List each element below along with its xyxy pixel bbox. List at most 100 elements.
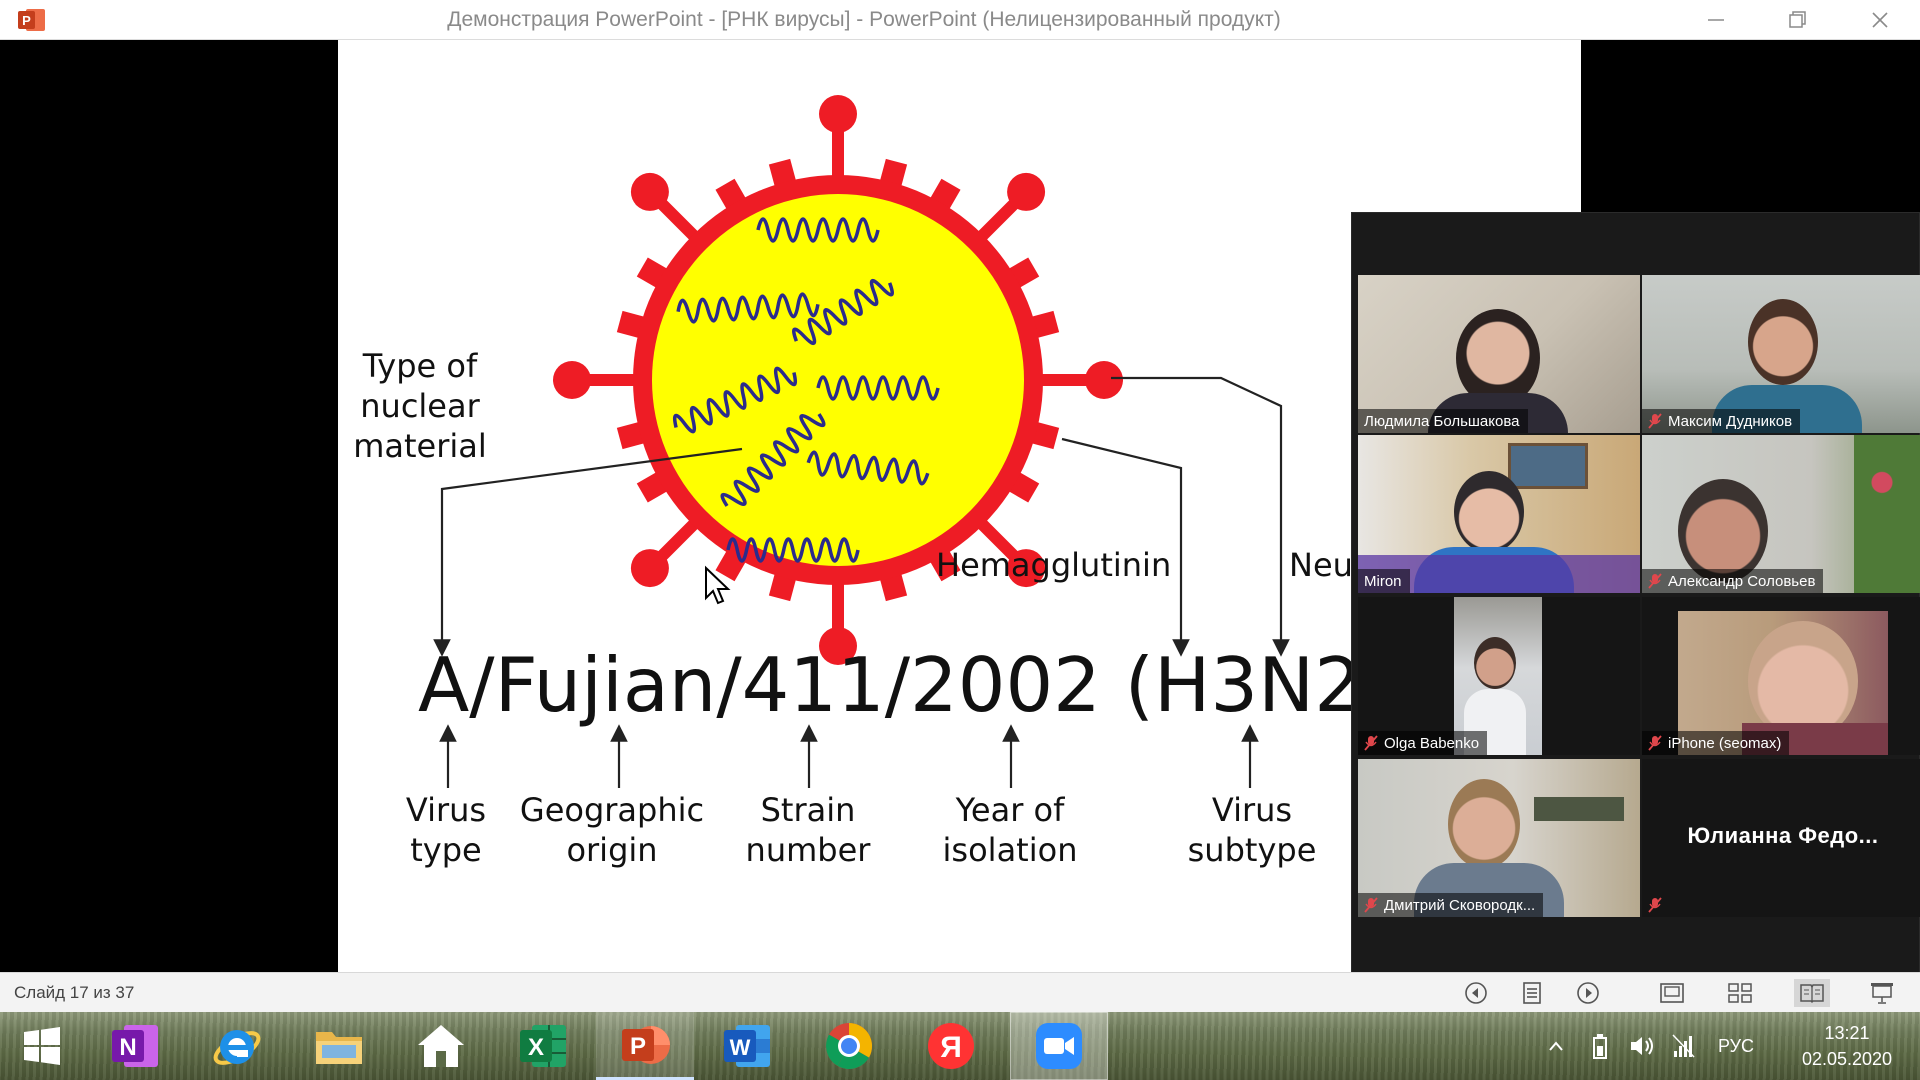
powerpoint-icon: P: [622, 1025, 670, 1064]
yandex-browser-icon: Я: [928, 1023, 974, 1069]
component-4-line1: Year of: [955, 791, 1066, 829]
power-tray-button[interactable]: [1582, 1012, 1618, 1080]
spike-knob: [630, 549, 669, 588]
battery-plug-icon: [1593, 1034, 1607, 1059]
windows-taskbar: N X P W Я РУС 13:21 02.05.2020: [0, 1012, 1920, 1080]
participant-name-large: Юлианна Федо...: [1687, 823, 1879, 848]
mic-muted-icon: [1648, 573, 1662, 589]
component-5-line2: subtype: [1188, 831, 1317, 869]
participant-name: Olga Babenko: [1384, 734, 1480, 752]
participant-tile[interactable]: Юлианна Федо...: [1642, 759, 1920, 917]
taskbar-onenote[interactable]: N: [86, 1012, 184, 1080]
spike-knob: [553, 361, 591, 399]
participant-tile[interactable]: Александр Соловьев: [1642, 435, 1920, 593]
slideshow-icon: [1871, 983, 1893, 1004]
zoom-gallery-panel[interactable]: Людмила Большакова Максим Дудников Miron…: [1351, 212, 1920, 982]
mic-muted-icon: [1364, 897, 1378, 913]
menu-icon: [1523, 982, 1541, 1004]
taskbar-excel[interactable]: X: [494, 1012, 592, 1080]
participant-name: Дмитрий Сковородк...: [1384, 896, 1536, 914]
slideshow-stage: Type of nuclear material Hemagglutinin N…: [0, 40, 1920, 982]
participant-tile[interactable]: Людмила Большакова: [1358, 275, 1640, 433]
excel-letter: X: [528, 1034, 544, 1061]
participant-name: Александр Соловьев: [1668, 572, 1816, 590]
participant-name: Максим Дудников: [1668, 412, 1793, 430]
participant-name: Miron: [1364, 572, 1402, 590]
restore-button[interactable]: [1758, 0, 1838, 40]
taskbar-zoom[interactable]: [1010, 1012, 1108, 1080]
taskbar-internet-explorer[interactable]: [188, 1012, 286, 1080]
normal-view-button[interactable]: [1654, 979, 1690, 1007]
label-hemagglutinin: Hemagglutinin: [936, 546, 1171, 584]
taskbar-chrome[interactable]: [800, 1012, 898, 1080]
taskbar-clock[interactable]: 13:21 02.05.2020: [1792, 1020, 1902, 1072]
reading-view-icon: [1800, 984, 1824, 1004]
word-icon: W: [724, 1025, 770, 1067]
yandex-letter: Я: [940, 1031, 962, 1064]
next-slide-button[interactable]: [1570, 979, 1606, 1007]
participant-name-chip: Людмила Большакова: [1358, 409, 1528, 433]
previous-slide-button[interactable]: [1458, 979, 1494, 1007]
taskbar-word[interactable]: W: [698, 1012, 796, 1080]
status-bar: Слайд 17 из 37: [0, 972, 1920, 1012]
spike-knob: [1085, 361, 1123, 399]
show-hidden-icons-button[interactable]: [1538, 1012, 1574, 1080]
label-nuclear-line1: Type of: [362, 347, 478, 385]
component-1-line2: type: [410, 831, 481, 869]
participant-tile[interactable]: Максим Дудников: [1642, 275, 1920, 433]
mic-muted-icon: [1364, 735, 1378, 751]
minimize-button[interactable]: [1676, 0, 1756, 40]
restore-icon: [1789, 11, 1806, 28]
previous-icon: [1465, 982, 1487, 1004]
participant-name-chip: iPhone (seomax): [1642, 731, 1790, 755]
component-3-line2: number: [746, 831, 872, 869]
volume-tray-button[interactable]: [1624, 1012, 1660, 1080]
participant-name-chip: Максим Дудников: [1642, 409, 1801, 433]
input-language-indicator[interactable]: РУС: [1718, 1012, 1754, 1080]
close-button[interactable]: [1840, 0, 1920, 40]
taskbar-powerpoint[interactable]: P: [596, 1012, 694, 1080]
participant-name-chip: Olga Babenko: [1358, 731, 1488, 755]
slide-sorter-button[interactable]: [1722, 979, 1758, 1007]
windows-logo-icon: [24, 1027, 60, 1065]
minimize-icon: [1708, 19, 1724, 21]
next-icon: [1577, 982, 1599, 1004]
powerpoint-letter: P: [630, 1033, 646, 1060]
chevron-up-icon: [1549, 1041, 1563, 1051]
mic-muted-icon: [1648, 413, 1662, 429]
participant-name-chip: Miron: [1358, 569, 1410, 593]
participant-tile[interactable]: Olga Babenko: [1358, 597, 1640, 755]
chrome-icon: [825, 1023, 873, 1070]
participant-tile[interactable]: iPhone (seomax): [1642, 597, 1920, 755]
slideshow-button[interactable]: [1864, 979, 1900, 1007]
network-tray-button[interactable]: [1666, 1012, 1702, 1080]
folder-icon: [316, 1032, 362, 1064]
component-5-line1: Virus: [1212, 791, 1292, 829]
taskbar-home[interactable]: [392, 1012, 490, 1080]
spike-knob: [630, 172, 669, 211]
onenote-icon: N: [112, 1025, 158, 1067]
slide-menu-button[interactable]: [1514, 979, 1550, 1007]
slide-counter: Слайд 17 из 37: [14, 983, 135, 1002]
clock-time: 13:21: [1824, 1023, 1870, 1043]
taskbar-yandex[interactable]: Я: [902, 1012, 1000, 1080]
title-bar: P Демонстрация PowerPoint - [РНК вирусы]…: [0, 0, 1920, 40]
network-signal-icon: [1672, 1034, 1695, 1058]
speaker-icon: [1631, 1037, 1653, 1055]
window-title: Демонстрация PowerPoint - [РНК вирусы] -…: [447, 8, 1281, 31]
taskbar-file-explorer[interactable]: [290, 1012, 388, 1080]
slide-sorter-icon: [1728, 983, 1752, 1003]
zoom-icon: [1036, 1023, 1082, 1069]
word-letter: W: [730, 1035, 751, 1060]
onenote-letter: N: [119, 1034, 136, 1061]
participant-name-chip: [1642, 893, 1676, 917]
mic-muted-icon: [1648, 897, 1662, 913]
spike-knob: [819, 95, 857, 133]
component-3-line1: Strain: [761, 791, 856, 829]
participant-tile[interactable]: Дмитрий Сковородк...: [1358, 759, 1640, 917]
start-button[interactable]: [0, 1012, 84, 1080]
connector-neuraminidase: [1111, 376, 1290, 657]
participant-tile[interactable]: Miron: [1358, 435, 1640, 593]
reading-view-button[interactable]: [1794, 979, 1830, 1007]
home-icon: [418, 1025, 464, 1067]
